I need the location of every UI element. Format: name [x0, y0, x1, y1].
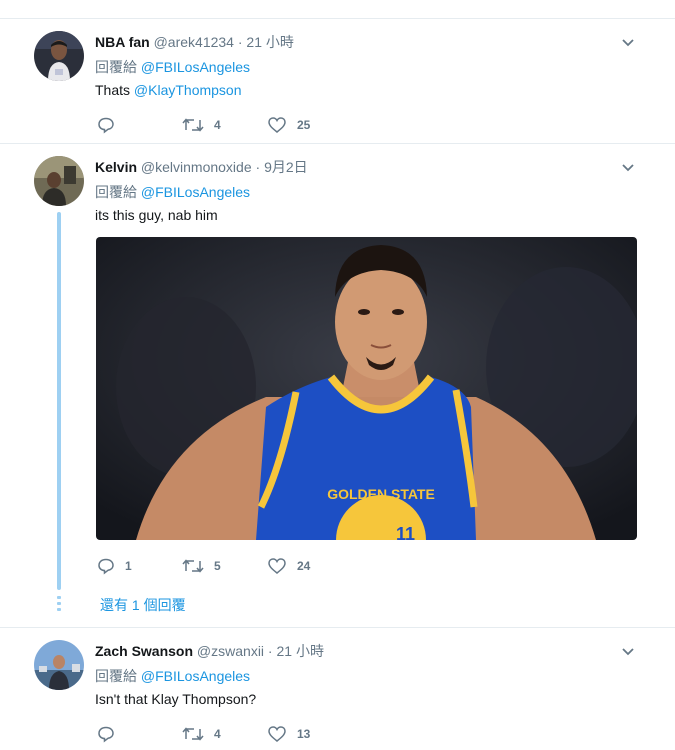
user-handle[interactable]: @zswanxii	[197, 643, 264, 659]
reply-button[interactable]	[97, 724, 125, 744]
retweet-count: 4	[214, 118, 221, 132]
reply-to-line: 回覆給 @FBILosAngeles	[95, 666, 250, 686]
tweet-3[interactable]: Zach Swanson @zswanxii · 21 小時 回覆給 @FBIL…	[0, 628, 675, 750]
reply-prefix: 回覆給	[95, 668, 141, 684]
reply-to-line: 回覆給 @FBILosAngeles	[95, 182, 250, 202]
tweet-text-prefix: Thats	[95, 82, 134, 98]
mention-link[interactable]: @KlayThompson	[134, 82, 242, 98]
reply-to-line: 回覆給 @FBILosAngeles	[95, 57, 250, 77]
reply-button[interactable]: 1	[97, 556, 132, 576]
chevron-down-icon[interactable]	[620, 644, 636, 660]
reply-icon	[98, 117, 114, 134]
retweet-button[interactable]: 4	[182, 724, 221, 744]
retweet-icon	[182, 559, 204, 573]
heart-icon	[268, 558, 286, 574]
like-count: 13	[297, 727, 311, 741]
timestamp[interactable]: · 21 小時	[264, 643, 324, 659]
retweet-button[interactable]: 4	[182, 115, 221, 135]
tweet-header: Zach Swanson @zswanxii · 21 小時	[95, 641, 324, 661]
reply-to-link[interactable]: @FBILosAngeles	[141, 59, 250, 75]
chevron-down-icon[interactable]	[620, 35, 636, 51]
reply-button[interactable]	[97, 115, 125, 135]
timestamp[interactable]: · 21 小時	[234, 34, 294, 50]
tweet-header: NBA fan @arek41234 · 21 小時	[95, 32, 294, 52]
like-button[interactable]: 25	[267, 115, 310, 135]
reply-icon	[98, 558, 114, 575]
like-button[interactable]: 13	[267, 724, 310, 744]
display-name[interactable]: Kelvin	[95, 159, 137, 175]
display-name[interactable]: Zach Swanson	[95, 643, 193, 659]
chevron-down-icon[interactable]	[620, 160, 636, 176]
retweet-icon	[182, 727, 204, 741]
tweet-text: Thats @KlayThompson	[95, 82, 242, 98]
like-count: 25	[297, 118, 311, 132]
heart-icon	[268, 117, 286, 133]
user-handle[interactable]: @kelvinmonoxide	[141, 159, 252, 175]
reply-to-link[interactable]: @FBILosAngeles	[141, 668, 250, 684]
retweet-button[interactable]: 5	[182, 556, 221, 576]
thread-line	[57, 212, 61, 590]
tweet-header: Kelvin @kelvinmonoxide · 9月2日	[95, 157, 308, 177]
retweet-icon	[182, 118, 204, 132]
reply-icon	[98, 726, 114, 743]
reply-count: 1	[125, 559, 132, 573]
tweet-text: its this guy, nab him	[95, 207, 218, 223]
display-name[interactable]: NBA fan	[95, 34, 150, 50]
avatar[interactable]	[34, 640, 84, 690]
reply-prefix: 回覆給	[95, 184, 141, 200]
tweet-1[interactable]: NBA fan @arek41234 · 21 小時 回覆給 @FBILosAn…	[0, 19, 675, 143]
retweet-count: 5	[214, 559, 221, 573]
retweet-count: 4	[214, 727, 221, 741]
user-handle[interactable]: @arek41234	[154, 34, 234, 50]
show-more-replies-link[interactable]: 還有 1 個回覆	[100, 595, 186, 615]
tweet-text: Isn't that Klay Thompson?	[95, 691, 257, 707]
tweet-photo[interactable]: GOLDEN STATE 11	[96, 237, 637, 540]
avatar[interactable]	[34, 31, 84, 81]
jersey-number: 11	[396, 524, 415, 540]
reply-to-link[interactable]: @FBILosAngeles	[141, 184, 250, 200]
heart-icon	[268, 726, 286, 742]
thread-dots	[57, 596, 61, 614]
like-button[interactable]: 24	[267, 556, 310, 576]
like-count: 24	[297, 559, 311, 573]
timestamp[interactable]: · 9月2日	[252, 159, 308, 175]
avatar[interactable]	[34, 156, 84, 206]
reply-prefix: 回覆給	[95, 59, 141, 75]
